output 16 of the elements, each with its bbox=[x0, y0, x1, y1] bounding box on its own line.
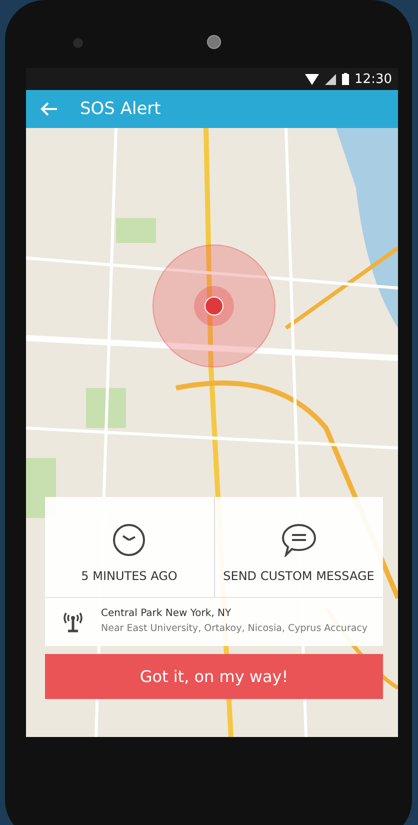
status-time: 12:30 bbox=[354, 72, 392, 86]
signal-icon bbox=[324, 74, 336, 84]
action-button[interactable]: 5 MINUTES AGO bbox=[81, 569, 178, 583]
camera-icon bbox=[73, 38, 83, 48]
location-title: Central Park New York, NY bbox=[101, 608, 232, 619]
back-icon[interactable] bbox=[40, 101, 58, 117]
location-radius-icon bbox=[152, 244, 276, 368]
action-button[interactable]: SEND CUSTOM MESSAGE bbox=[223, 569, 374, 583]
location-detail: Near East University, Ortakoy, Nicosia, Cyprus Accuracy bbox=[101, 623, 368, 634]
speaker-icon bbox=[207, 35, 221, 49]
battery-icon bbox=[342, 73, 349, 85]
confirm-button[interactable]: Got it, on my way! bbox=[45, 654, 383, 699]
wifi-icon bbox=[304, 74, 319, 84]
chat-bubble-icon bbox=[280, 523, 317, 557]
screen-title: SOS Alert bbox=[80, 99, 161, 119]
clock-icon bbox=[112, 523, 146, 557]
